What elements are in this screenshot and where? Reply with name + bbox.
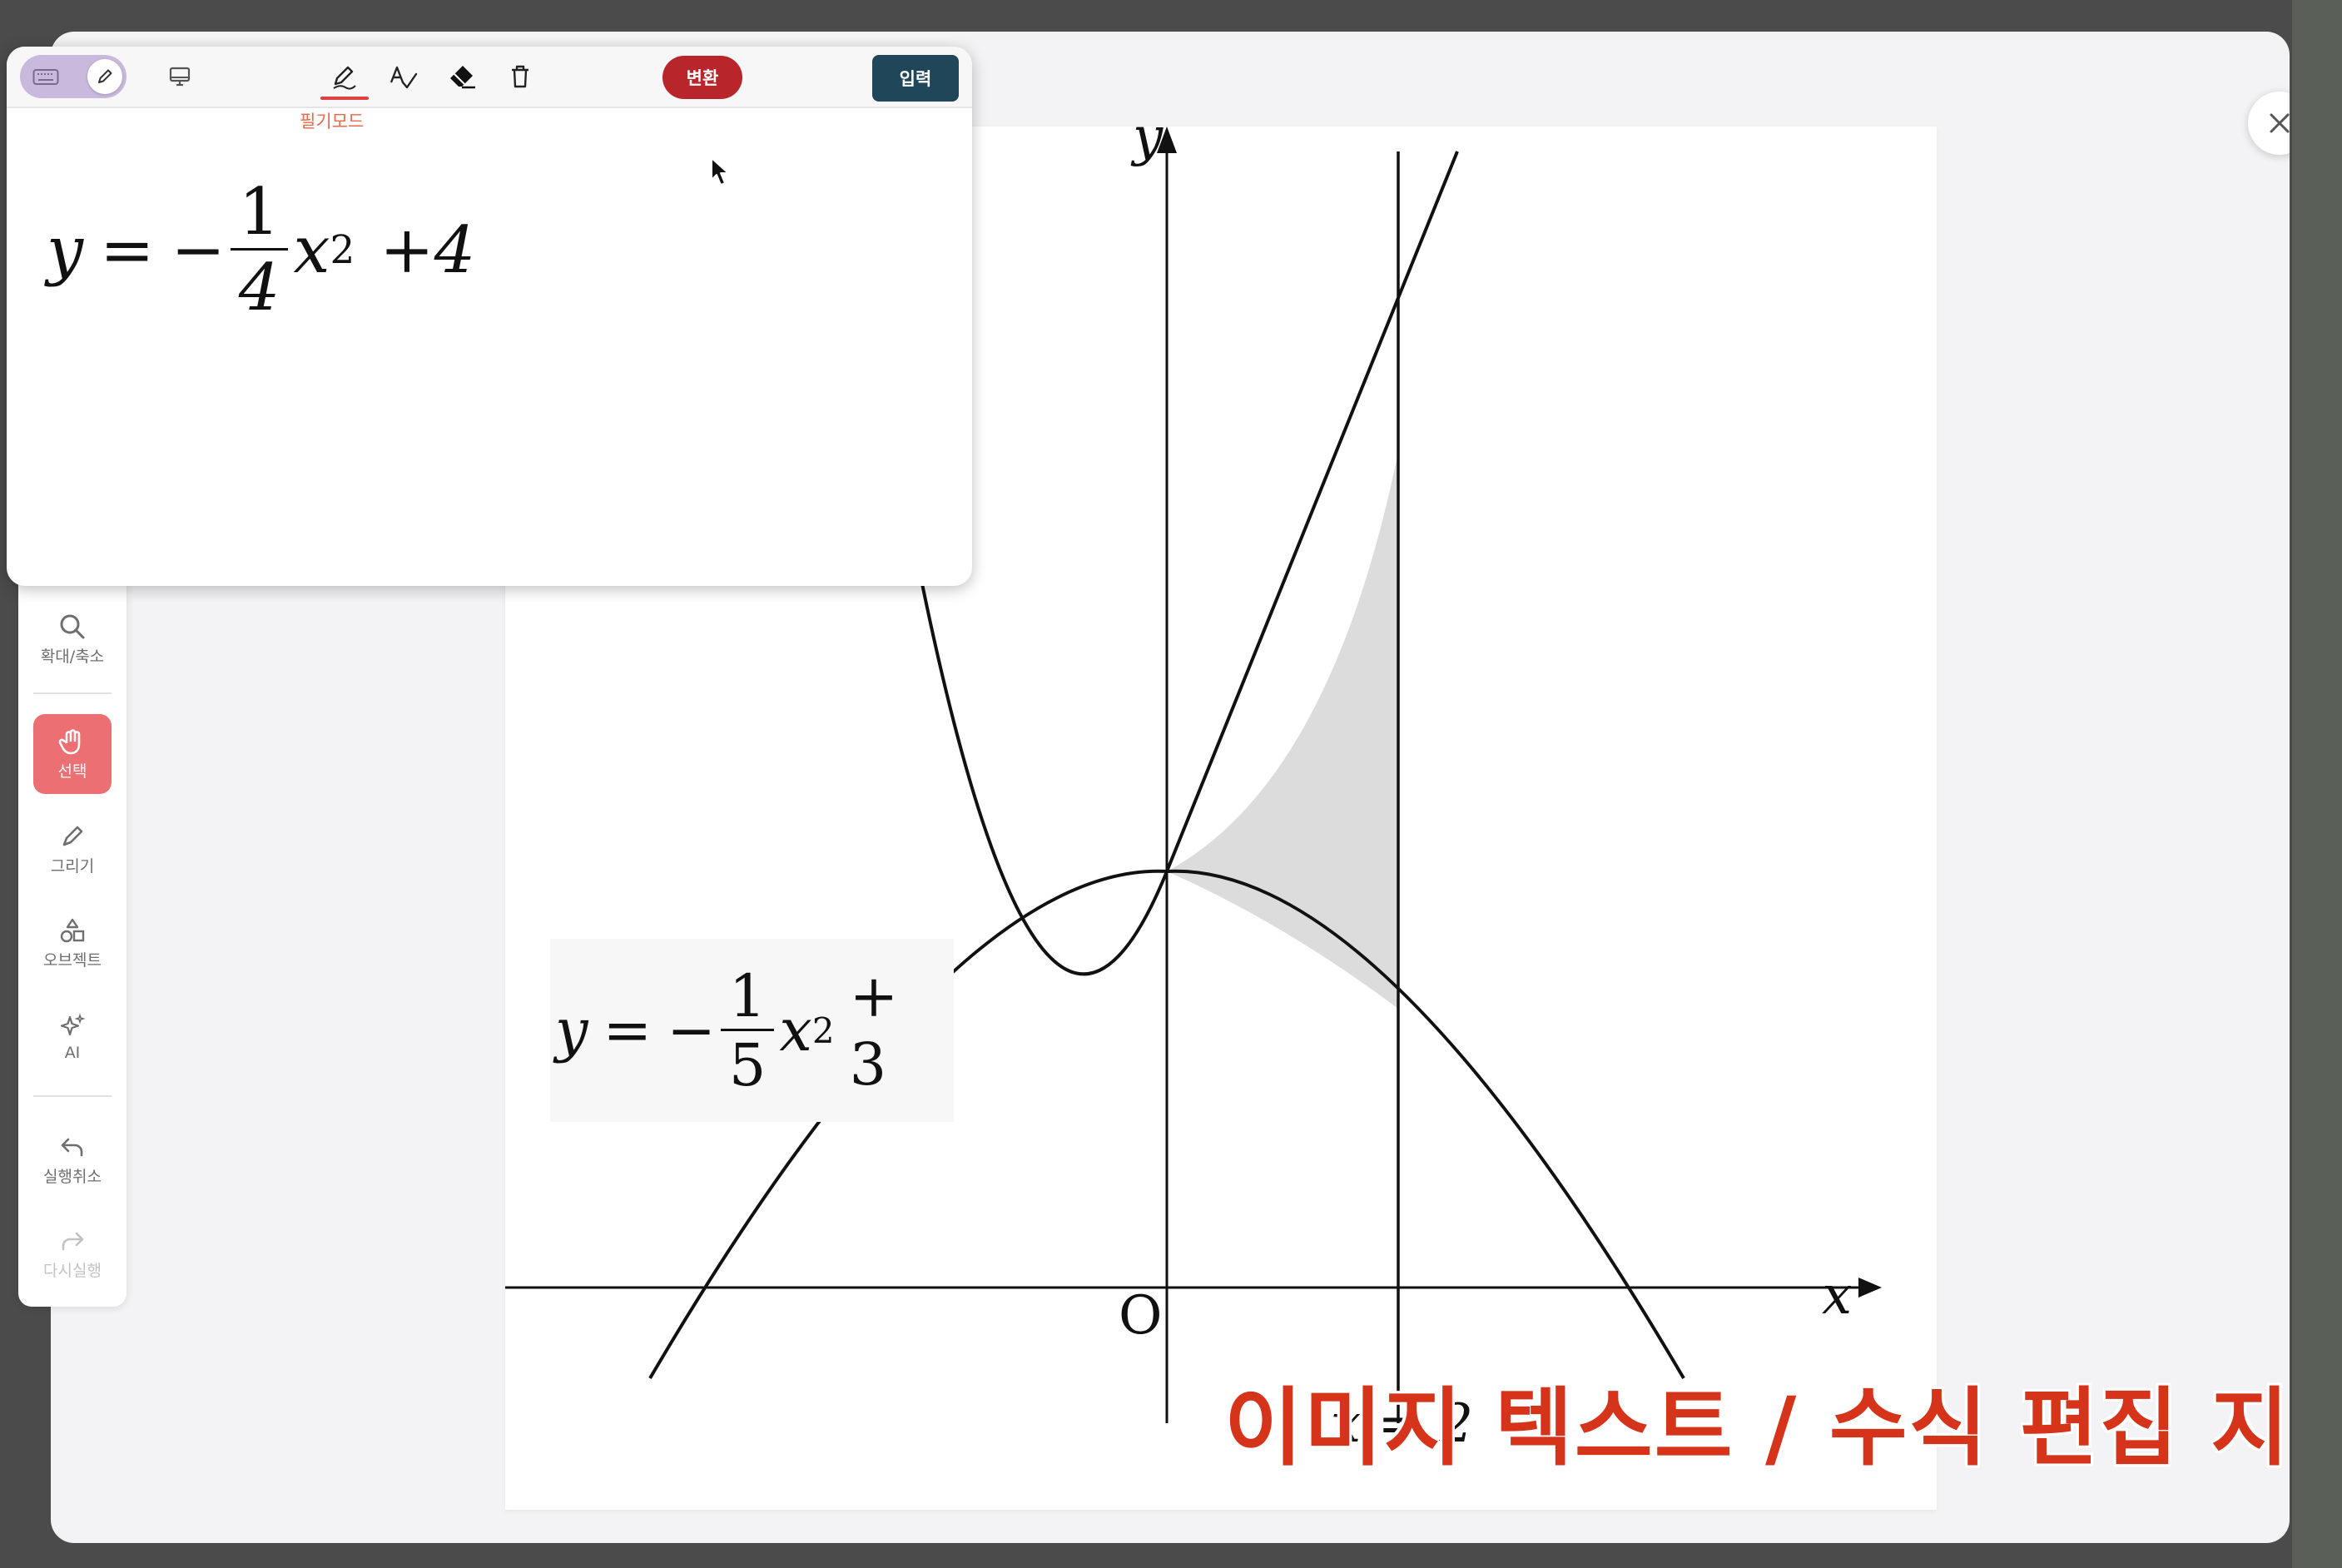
eq-tail: + 3	[849, 962, 899, 1099]
eraser-icon[interactable]	[445, 60, 479, 93]
sidebar-item-select[interactable]: 선택	[33, 714, 112, 794]
sidebar-divider	[33, 692, 112, 694]
hw-eq-var: x	[293, 212, 330, 288]
sidebar-item-label: 그리기	[50, 856, 95, 876]
sidebar-item-label: 확대/축소	[40, 647, 105, 666]
pencil-mode-icon	[87, 59, 122, 94]
monitor-icon[interactable]	[163, 60, 196, 93]
eq-denominator: 5	[728, 1030, 767, 1099]
keyboard-icon	[28, 60, 63, 93]
origin-label: O	[1119, 1285, 1162, 1347]
enter-button[interactable]: 입력	[872, 55, 959, 102]
hw-eq-sign: −	[171, 212, 226, 288]
pen-icon	[62, 826, 83, 846]
sidebar-item-zoom[interactable]: 확대/축소	[33, 599, 112, 679]
x-axis-arrow	[1858, 1278, 1882, 1298]
shapes-icon	[60, 918, 85, 942]
shaded-region	[1167, 452, 1398, 1009]
eq-numerator: 1	[720, 967, 775, 1031]
eq-sign: −	[667, 996, 716, 1064]
spellcheck-icon[interactable]	[386, 60, 419, 93]
sparkle-icon	[60, 1013, 86, 1036]
hw-eq-equals: =	[100, 212, 155, 288]
convert-button[interactable]: 변환	[662, 56, 742, 99]
sidebar-item-ai[interactable]: AI	[33, 997, 112, 1077]
sidebar-item-label: 실행취소	[43, 1167, 102, 1186]
eq-lhs: y	[555, 996, 588, 1064]
magnifier-icon	[60, 614, 85, 638]
handwritten-equation[interactable]: y = − 1 4 x2 +4	[47, 180, 475, 320]
redo-icon	[62, 1232, 84, 1250]
sidebar-item-undo[interactable]: 실행취소	[33, 1119, 112, 1199]
handwriting-pen-icon[interactable]	[328, 60, 361, 93]
input-mode-toggle[interactable]	[20, 55, 127, 98]
sidebar-item-draw[interactable]: 그리기	[33, 809, 112, 889]
sidebar-item-label: 다시실행	[43, 1261, 102, 1280]
sidebar-divider	[33, 1095, 112, 1097]
eq-var: x	[779, 996, 812, 1064]
sidebar-item-label: AI	[64, 1044, 81, 1062]
pen-mode-label: 필기모드	[300, 112, 365, 131]
backdrop	[2292, 0, 2342, 1568]
mouse-cursor-icon	[711, 157, 729, 186]
handwriting-panel: 변환 입력 필기모드 y = − 1 4 x2 +4	[7, 47, 972, 586]
sidebar-item-label: 오브젝트	[43, 950, 102, 970]
trash-icon[interactable]	[504, 60, 537, 93]
hw-eq-denominator: 4	[238, 251, 280, 325]
hw-eq-fraction: 1 4	[230, 180, 289, 325]
eq-equals: =	[603, 996, 652, 1064]
hw-eq-exponent: 2	[330, 227, 355, 273]
tool-sidebar: 확대/축소 선택 그리기 오브젝트 AI 실행취소 다시실행	[18, 574, 127, 1307]
hw-eq-numerator: 1	[230, 180, 289, 251]
eq-exponent: 2	[811, 1010, 835, 1051]
sidebar-item-object[interactable]: 오브젝트	[33, 903, 112, 983]
handwriting-toolbar: 변환 입력	[7, 47, 972, 108]
active-tool-indicator	[320, 97, 369, 100]
y-axis-label: y	[1130, 127, 1164, 168]
sidebar-item-redo[interactable]: 다시실행	[33, 1213, 112, 1293]
hw-eq-lhs: y	[47, 212, 84, 288]
eq-fraction: 1 5	[720, 967, 775, 1099]
hand-icon	[58, 728, 81, 754]
x-axis-label: x	[1822, 1265, 1852, 1327]
sidebar-item-label: 선택	[57, 762, 87, 781]
parabola-equation-label: y = − 1 5 x2 + 3	[550, 939, 954, 1122]
hw-eq-tail: +4	[380, 212, 476, 288]
close-button[interactable]	[2248, 92, 2290, 155]
undo-icon	[61, 1138, 83, 1156]
feature-caption: 이미지 텍스트 / 수식 편집 지원	[1224, 1379, 2290, 1478]
close-icon	[2270, 113, 2290, 133]
